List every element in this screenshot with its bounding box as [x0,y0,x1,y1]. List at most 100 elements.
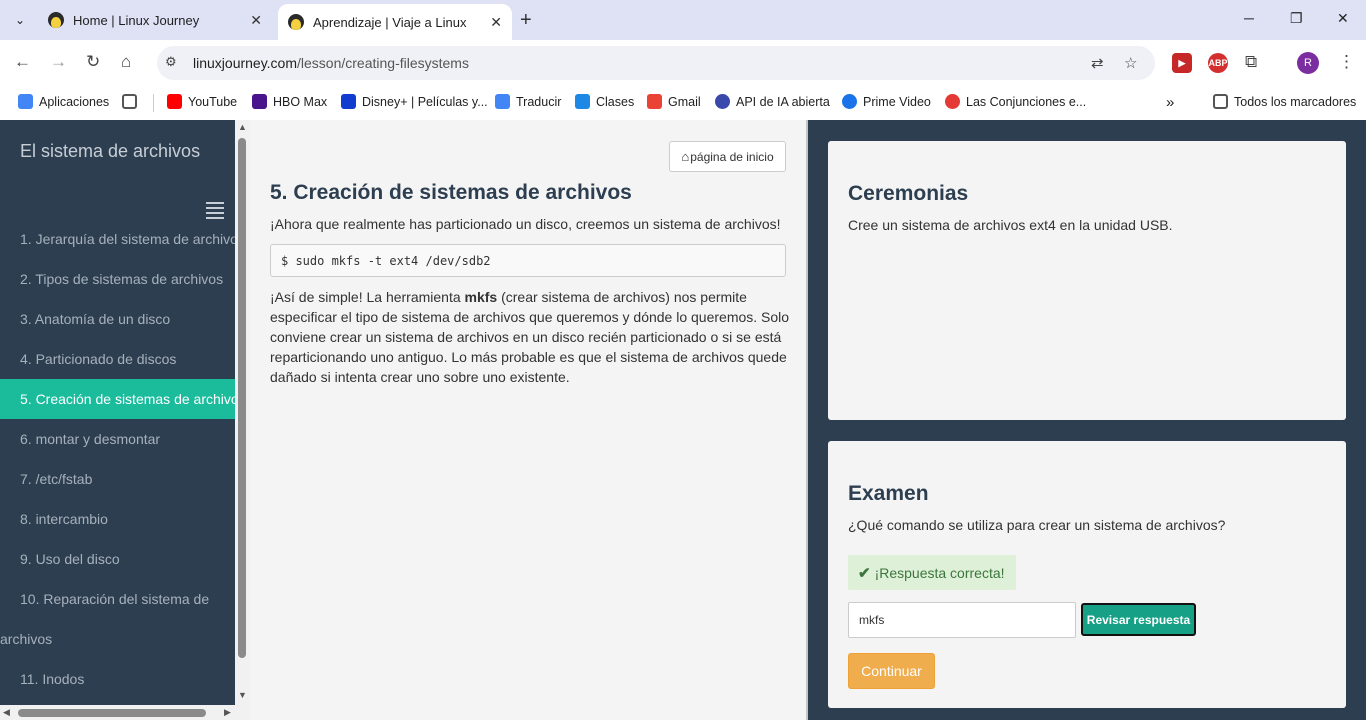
chevron-down-icon: ⌄ [14,13,26,27]
minimize-button[interactable]: ─ [1244,10,1254,26]
tab-title: Aprendizaje | Viaje a Linux [313,14,467,30]
sidebar-item-active[interactable]: 5. Creación de sistemas de archivos [0,379,235,419]
sidebar-vertical-scrollbar[interactable]: ▲ ▼ [235,120,250,705]
sidebar-item[interactable]: 3. Anatomía de un disco [0,299,235,339]
exercise-title: Ceremonias [848,182,969,205]
quiz-title: Examen [848,482,929,505]
lesson-title: 5. Creación de sistemas de archivos [270,181,632,204]
restore-button[interactable]: ❐ [1290,10,1303,27]
folder-icon [1213,94,1228,109]
lesson-intro: ¡Ahora que realmente has particionado un… [270,216,781,232]
tab-home[interactable]: Home | Linux Journey ✕ [38,0,272,40]
linux-penguin-icon [48,12,64,28]
address-bar[interactable]: ⚙ linuxjourney.com/lesson/creating-files… [157,46,1155,80]
adblock-plus-icon[interactable]: ABP [1208,53,1228,73]
home-page-button[interactable]: ⌂ página de inicio [669,141,786,172]
sidebar-item[interactable]: 10. Reparación del sistema de [0,579,235,619]
sidebar-title: El sistema de archivos [20,141,201,161]
exercise-text: Cree un sistema de archivos ext4 en la u… [848,217,1173,233]
bookmark-youtube[interactable]: YouTube [167,94,237,109]
translate-icon[interactable]: ⇄ [1091,54,1104,72]
gmail-icon [647,94,662,109]
close-window-button[interactable]: ✕ [1337,10,1349,27]
bookmark-grid[interactable] [122,94,143,109]
scroll-right-icon[interactable]: ▶ [224,707,231,718]
scroll-left-icon[interactable]: ◀ [3,707,10,718]
home-icon: ⌂ [681,149,690,164]
check-answer-button[interactable]: Revisar respuesta [1081,603,1196,636]
sidebar-item[interactable]: 4. Particionado de discos [0,339,235,379]
reload-icon[interactable]: ↻ [86,52,100,72]
quiz-question: ¿Qué comando se utiliza para crear un si… [848,517,1226,533]
prime-video-icon [842,94,857,109]
answer-input[interactable] [848,602,1076,638]
quiz-card: Examen ¿Qué comando se utiliza para crea… [828,441,1346,708]
exercise-card: Ceremonias Cree un sistema de archivos e… [828,141,1346,420]
sidebar-item[interactable]: 6. montar y desmontar [0,419,235,459]
forward-icon[interactable]: → [50,52,67,72]
extensions-puzzle-icon[interactable]: ⧉ [1245,52,1257,72]
bookmark-aplicaciones[interactable]: Aplicaciones [18,94,109,109]
site-settings-icon[interactable]: ⚙ [165,54,177,70]
sidebar-item-wrap[interactable]: archivos [0,619,235,659]
scrollbar-thumb[interactable] [238,138,246,658]
kebab-menu-icon[interactable]: ⋮ [1338,52,1355,72]
bookmark-star-icon[interactable]: ☆ [1124,54,1137,72]
bookmark-traducir[interactable]: Traducir [495,94,561,109]
disney-icon [341,94,356,109]
checkmark-icon: ✔ [858,564,871,582]
bookmark-clases[interactable]: Clases [575,94,634,109]
tab-lesson[interactable]: Aprendizaje | Viaje a Linux ✕ [278,4,512,40]
bookmark-hbo-max[interactable]: HBO Max [252,94,327,109]
sidebar-item[interactable]: 2. Tipos de sistemas de archivos [0,259,235,299]
sidebar-item[interactable]: 7. /etc/fstab [0,459,235,499]
hbo-max-icon [252,94,267,109]
all-bookmarks[interactable]: Todos los marcadores [1213,94,1356,109]
bookmark-disney[interactable]: Disney+ | Películas y... [341,94,488,109]
profile-avatar[interactable]: R [1297,52,1319,74]
bookmark-openai[interactable]: API de IA abierta [715,94,830,109]
youtube-icon [167,94,182,109]
continue-button[interactable]: Continuar [848,653,935,689]
close-tab-icon[interactable]: ✕ [250,12,262,29]
sidebar-horizontal-scrollbar[interactable]: ◀ ▶ [0,705,250,720]
scroll-up-icon[interactable]: ▲ [238,122,247,132]
code-block: $ sudo mkfs -t ext4 /dev/sdb2 [270,244,786,277]
bookmark-conjunciones[interactable]: Las Conjunciones e... [945,94,1086,109]
bookmarks-overflow-button[interactable]: » [1166,94,1174,111]
translate-icon [495,94,510,109]
grid-icon [122,94,137,109]
url-text[interactable]: linuxjourney.com/lesson/creating-filesys… [193,55,469,71]
apps-grid-icon [18,94,33,109]
sidebar-item[interactable]: 8. intercambio [0,499,235,539]
classroom-icon [575,94,590,109]
conjunciones-icon [945,94,960,109]
back-icon[interactable]: ← [14,52,31,72]
tab-search-button[interactable]: ⌄ [8,8,32,32]
lesson-body: ¡Así de simple! La herramienta mkfs (cre… [270,289,790,385]
scroll-down-icon[interactable]: ▼ [238,690,247,700]
browser-toolbar: ← → ↻ ⌂ ⚙ linuxjourney.com/lesson/creati… [0,40,1366,86]
bookmarks-bar: Aplicaciones YouTube HBO Max Disney+ | P… [0,86,1366,120]
exercise-column: Ceremonias Cree un sistema de archivos e… [808,120,1366,720]
sidebar-item[interactable]: 9. Uso del disco [0,539,235,579]
scrollbar-thumb[interactable] [18,709,206,717]
sidebar-item[interactable]: 1. Jerarquía del sistema de archivos [0,219,235,259]
extension-video-icon[interactable]: ▶ [1172,53,1192,73]
bookmark-prime-video[interactable]: Prime Video [842,94,931,109]
bookmark-separator [153,94,154,112]
close-tab-icon[interactable]: ✕ [490,14,502,31]
home-icon[interactable]: ⌂ [121,52,131,72]
lesson-sidebar: El sistema de archivos 1. Jerarquía del … [0,120,235,720]
tab-strip: ⌄ Home | Linux Journey ✕ Aprendizaje | V… [0,0,1366,40]
new-tab-button[interactable]: + [520,9,532,32]
linux-penguin-icon [288,14,304,30]
page-content: El sistema de archivos 1. Jerarquía del … [0,120,1366,720]
openai-icon [715,94,730,109]
bookmark-gmail[interactable]: Gmail [647,94,701,109]
lesson-panel: ⌂ página de inicio 5. Creación de sistema… [250,120,807,720]
hamburger-menu-icon[interactable] [206,202,224,219]
correct-answer-alert: ✔ ¡Respuesta correcta! [848,555,1016,590]
sidebar-item[interactable]: 11. Inodos [0,659,235,699]
tab-title: Home | Linux Journey [73,12,200,28]
